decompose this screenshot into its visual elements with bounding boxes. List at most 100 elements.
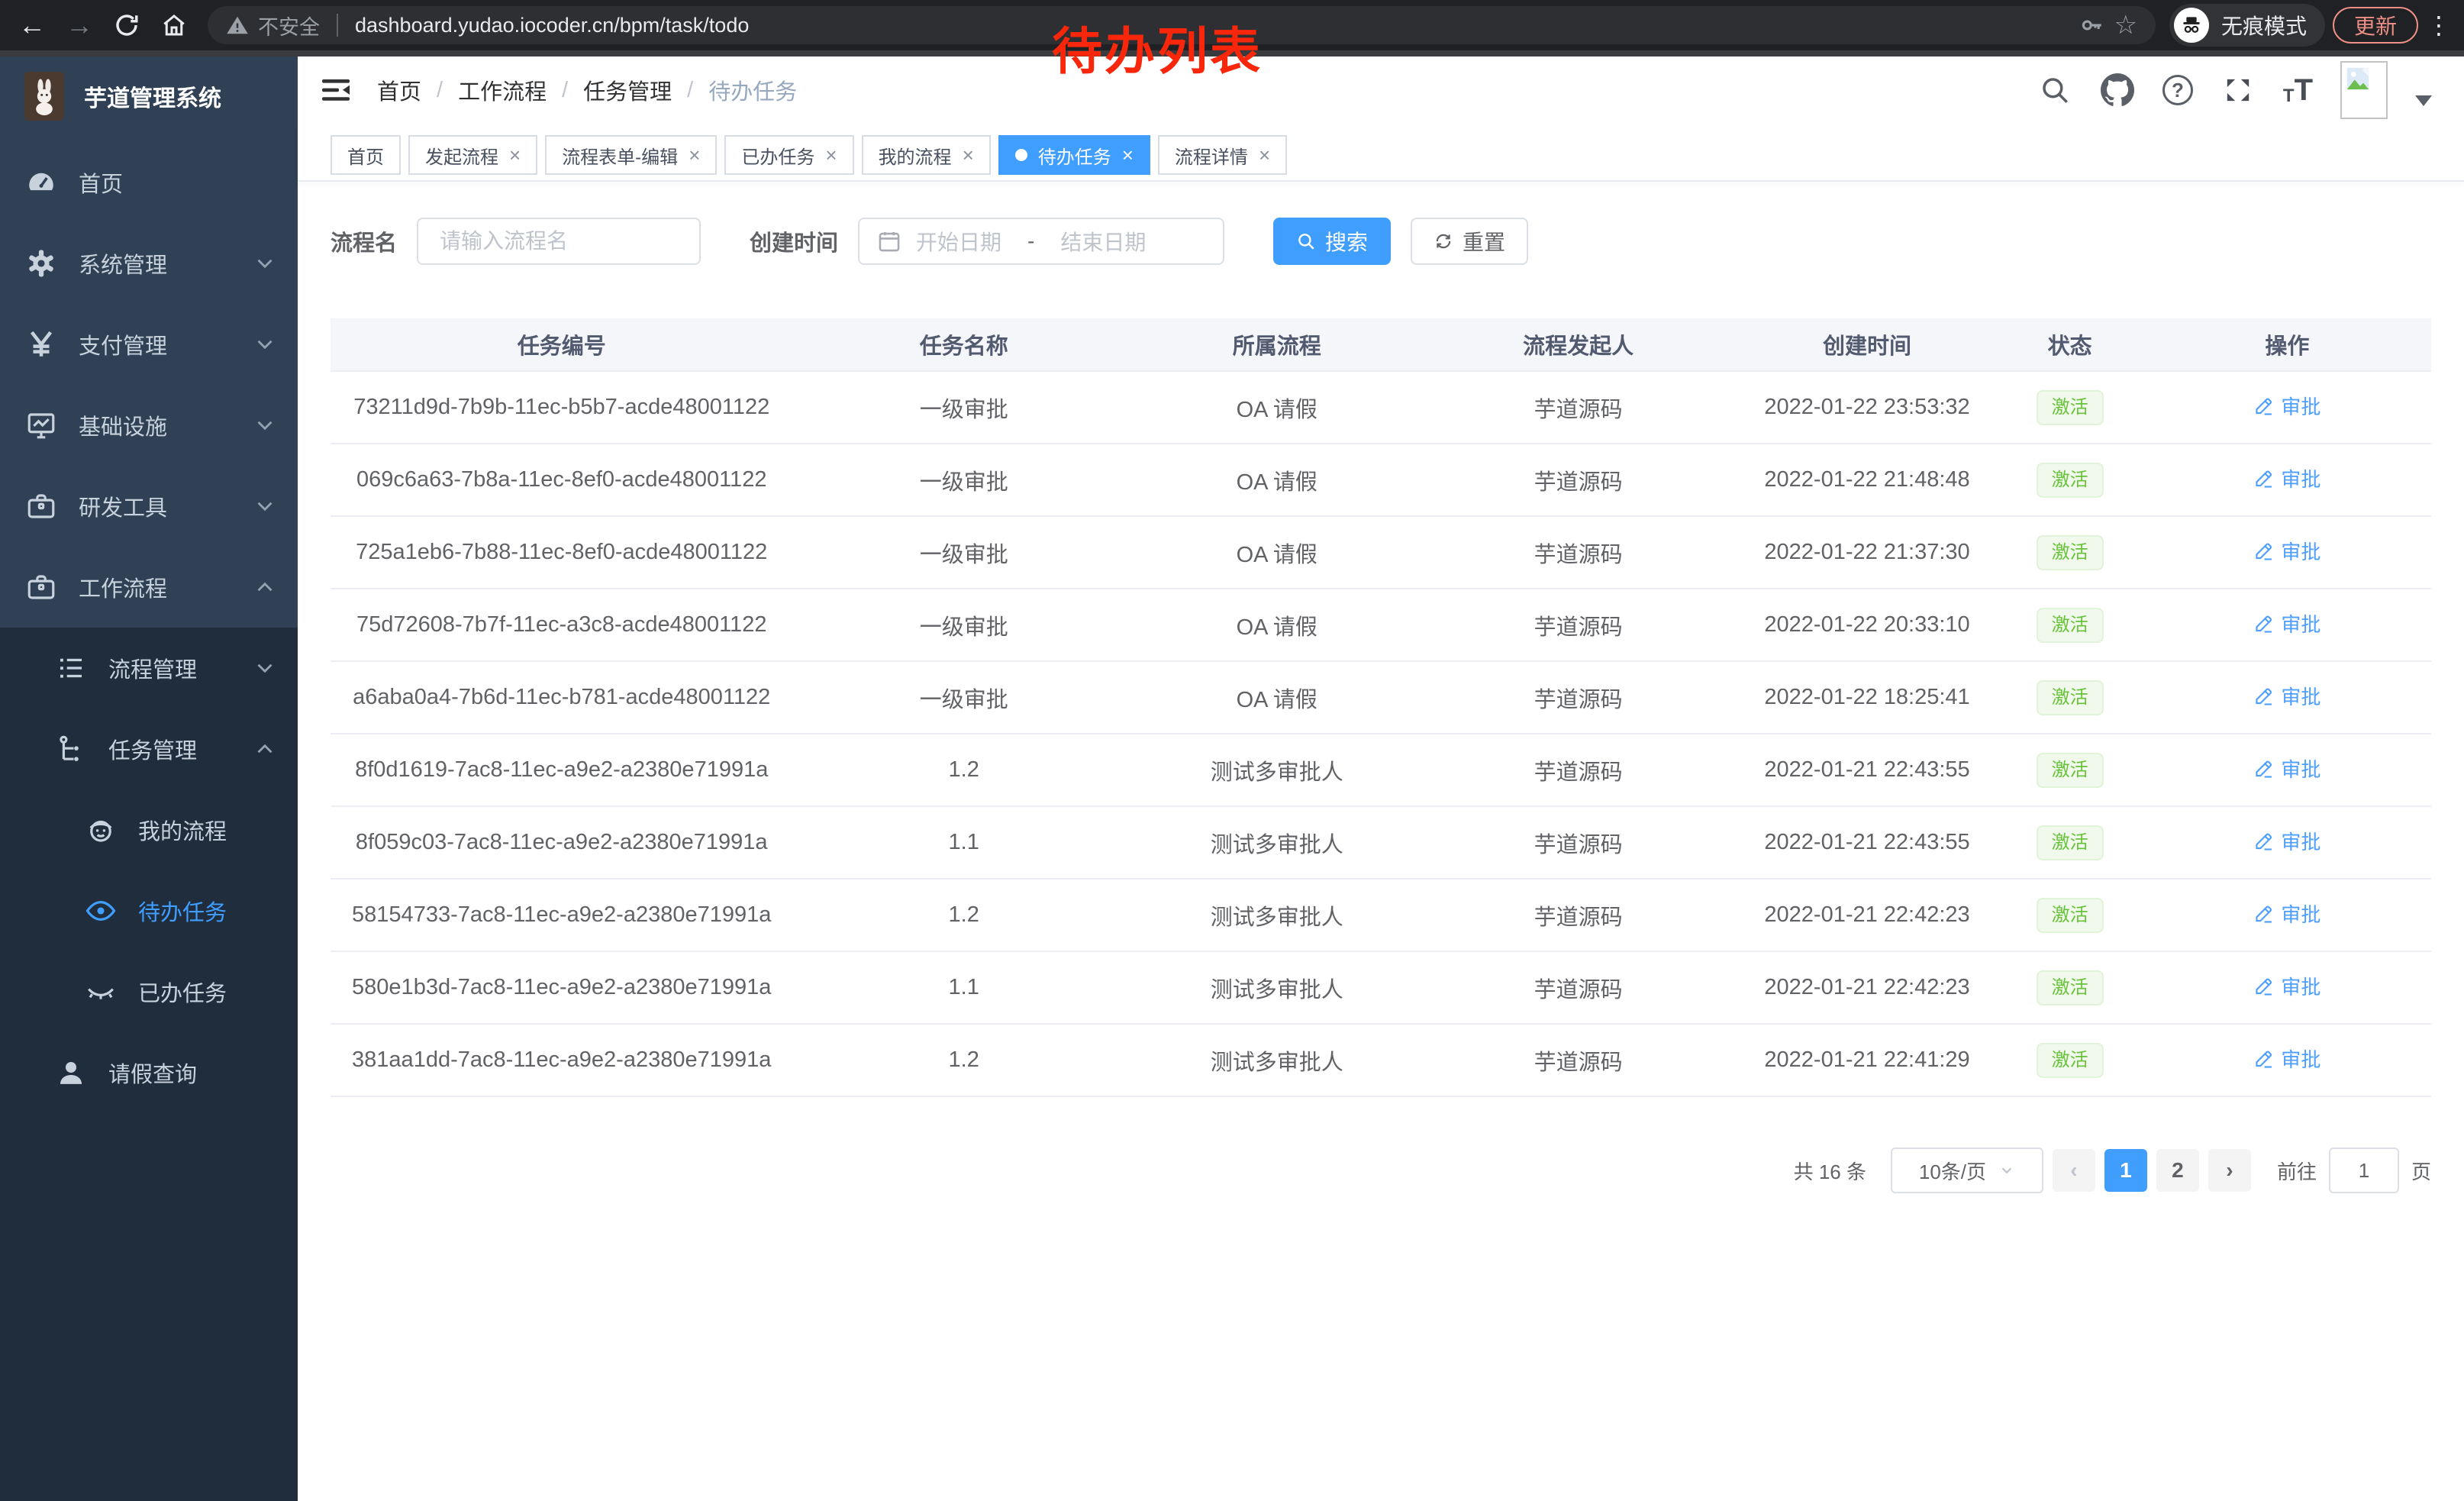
- sidebar-item-done-tasks[interactable]: 已办任务: [0, 951, 298, 1032]
- cell-process: 测试多审批人: [1135, 754, 1419, 786]
- tab-todo-tasks[interactable]: 待办任务×: [998, 135, 1150, 175]
- edit-icon: [2253, 976, 2275, 997]
- sidebar-item-label: 待办任务: [138, 895, 278, 927]
- cell-starter: 芋道源码: [1419, 754, 1738, 786]
- fullscreen-icon[interactable]: [2221, 73, 2256, 108]
- reload-icon[interactable]: [107, 5, 147, 45]
- table-row: 8f059c03-7ac8-11ec-a9e2-a2380e71991a 1.1…: [331, 807, 2431, 880]
- next-page-button[interactable]: ›: [2208, 1149, 2251, 1192]
- page-button-1[interactable]: 1: [2104, 1149, 2147, 1192]
- font-size-icon[interactable]: TT: [2283, 75, 2313, 105]
- breadcrumb-current: 待办任务: [708, 74, 797, 106]
- sidebar-item-task-management[interactable]: 任务管理: [0, 709, 298, 789]
- avatar-caret-icon[interactable]: [2415, 95, 2432, 106]
- browser-menu-icon[interactable]: ⋮: [2426, 11, 2452, 40]
- sidebar-item-workflow[interactable]: 工作流程: [0, 547, 298, 628]
- sidebar-item-infrastructure[interactable]: 基础设施: [0, 385, 298, 466]
- prev-page-button[interactable]: ‹: [2053, 1149, 2095, 1192]
- close-icon[interactable]: ×: [509, 145, 521, 165]
- edit-icon: [2253, 903, 2275, 925]
- approve-link[interactable]: 审批: [2253, 972, 2320, 1000]
- approve-link[interactable]: 审批: [2253, 392, 2320, 420]
- app-navbar: 首页 / 工作流程 / 任务管理 / 待办任务 ?: [298, 50, 2464, 130]
- tab-process-form-edit[interactable]: 流程表单-编辑×: [545, 135, 717, 175]
- date-range-picker[interactable]: 开始日期 - 结束日期: [858, 218, 1224, 265]
- cell-task-name: 一级审批: [792, 609, 1135, 641]
- close-icon[interactable]: ×: [1122, 145, 1134, 165]
- reset-button[interactable]: 重置: [1411, 218, 1528, 265]
- back-icon[interactable]: ←: [12, 5, 52, 45]
- sidebar-item-label: 流程管理: [108, 652, 252, 684]
- sidebar-item-devtools[interactable]: 研发工具: [0, 466, 298, 547]
- cell-task-id: a6aba0a4-7b6d-11ec-b781-acde48001122: [331, 685, 792, 710]
- process-name-label: 流程名: [331, 225, 397, 257]
- sidebar-item-process-management[interactable]: 流程管理: [0, 628, 298, 709]
- approve-link[interactable]: 审批: [2253, 464, 2320, 492]
- cell-created: 2022-01-21 22:42:23: [1738, 902, 1996, 928]
- avatar[interactable]: [2340, 61, 2388, 119]
- cell-task-name: 一级审批: [792, 392, 1135, 424]
- cell-task-id: 8f059c03-7ac8-11ec-a9e2-a2380e71991a: [331, 830, 792, 855]
- help-icon[interactable]: ?: [2162, 75, 2193, 105]
- cell-task-name: 1.2: [792, 902, 1135, 928]
- approve-link[interactable]: 审批: [2253, 827, 2320, 855]
- breadcrumb-workflow[interactable]: 工作流程: [458, 74, 547, 106]
- sidebar-item-label: 请假查询: [108, 1057, 278, 1089]
- approve-link[interactable]: 审批: [2253, 899, 2320, 928]
- approve-link[interactable]: 审批: [2253, 682, 2320, 710]
- end-date-placeholder[interactable]: 结束日期: [1060, 226, 1146, 257]
- home-icon[interactable]: [154, 5, 194, 45]
- tab-my-process[interactable]: 我的流程×: [862, 135, 991, 175]
- sidebar-item-system[interactable]: 系统管理: [0, 223, 298, 304]
- goto-page-input[interactable]: [2329, 1148, 2399, 1193]
- close-icon[interactable]: ×: [963, 145, 974, 165]
- process-name-input[interactable]: [417, 218, 701, 265]
- chevron-down-icon: [1998, 1162, 2015, 1179]
- tab-done-tasks[interactable]: 已办任务×: [724, 135, 853, 175]
- cell-task-id: 58154733-7ac8-11ec-a9e2-a2380e71991a: [331, 902, 792, 928]
- incognito-badge: 无痕模式: [2169, 4, 2325, 47]
- browser-update-button[interactable]: 更新: [2333, 7, 2418, 44]
- table-row: 381aa1dd-7ac8-11ec-a9e2-a2380e71991a 1.2…: [331, 1025, 2431, 1097]
- approve-link[interactable]: 审批: [2253, 537, 2320, 565]
- forward-icon[interactable]: →: [60, 5, 99, 45]
- cell-starter: 芋道源码: [1419, 464, 1738, 496]
- approve-link[interactable]: 审批: [2253, 609, 2320, 638]
- start-date-placeholder[interactable]: 开始日期: [916, 226, 1001, 257]
- approve-link[interactable]: 审批: [2253, 754, 2320, 783]
- eye-closed-icon: [85, 976, 117, 1008]
- sidebar-collapse-icon[interactable]: [318, 72, 354, 108]
- status-badge: 激活: [2037, 970, 2104, 1006]
- sidebar-item-home[interactable]: 首页: [0, 142, 298, 223]
- sidebar-item-leave-query[interactable]: 请假查询: [0, 1032, 298, 1113]
- approve-link[interactable]: 审批: [2253, 1044, 2320, 1073]
- cell-process: 测试多审批人: [1135, 972, 1419, 1004]
- sidebar-item-label: 工作流程: [79, 571, 252, 603]
- search-icon[interactable]: [2037, 73, 2072, 108]
- tab-start-process[interactable]: 发起流程 ×: [408, 135, 537, 175]
- tab-process-detail[interactable]: 流程详情×: [1158, 135, 1287, 175]
- search-button[interactable]: 搜索: [1273, 218, 1391, 265]
- breadcrumb-task-management[interactable]: 任务管理: [583, 74, 672, 106]
- sidebar-item-payment[interactable]: 支付管理: [0, 304, 298, 385]
- close-icon[interactable]: ×: [689, 145, 700, 165]
- tab-home[interactable]: 首页: [331, 135, 401, 175]
- breadcrumb-home[interactable]: 首页: [377, 74, 421, 106]
- close-icon[interactable]: ×: [825, 145, 837, 165]
- cell-starter: 芋道源码: [1419, 682, 1738, 714]
- sidebar-item-my-process[interactable]: 我的流程: [0, 789, 298, 870]
- sidebar-item-todo-tasks[interactable]: 待办任务: [0, 870, 298, 951]
- close-icon[interactable]: ×: [1259, 145, 1270, 165]
- cell-created: 2022-01-21 22:43:55: [1738, 757, 1996, 783]
- tree-icon: [55, 733, 87, 765]
- bookmark-star-icon[interactable]: ☆: [2114, 10, 2137, 40]
- page-size-select[interactable]: 10条/页: [1891, 1148, 2043, 1193]
- github-icon[interactable]: [2100, 73, 2135, 108]
- security-label[interactable]: 不安全: [258, 11, 320, 40]
- password-key-icon[interactable]: [2079, 12, 2104, 38]
- tab-label: 发起流程: [425, 142, 498, 169]
- sidebar-item-label: 任务管理: [108, 733, 252, 765]
- page-button-2[interactable]: 2: [2156, 1149, 2199, 1192]
- annotation-overlay-text: 待办列表: [1052, 11, 1263, 84]
- incognito-icon: [2174, 8, 2209, 43]
